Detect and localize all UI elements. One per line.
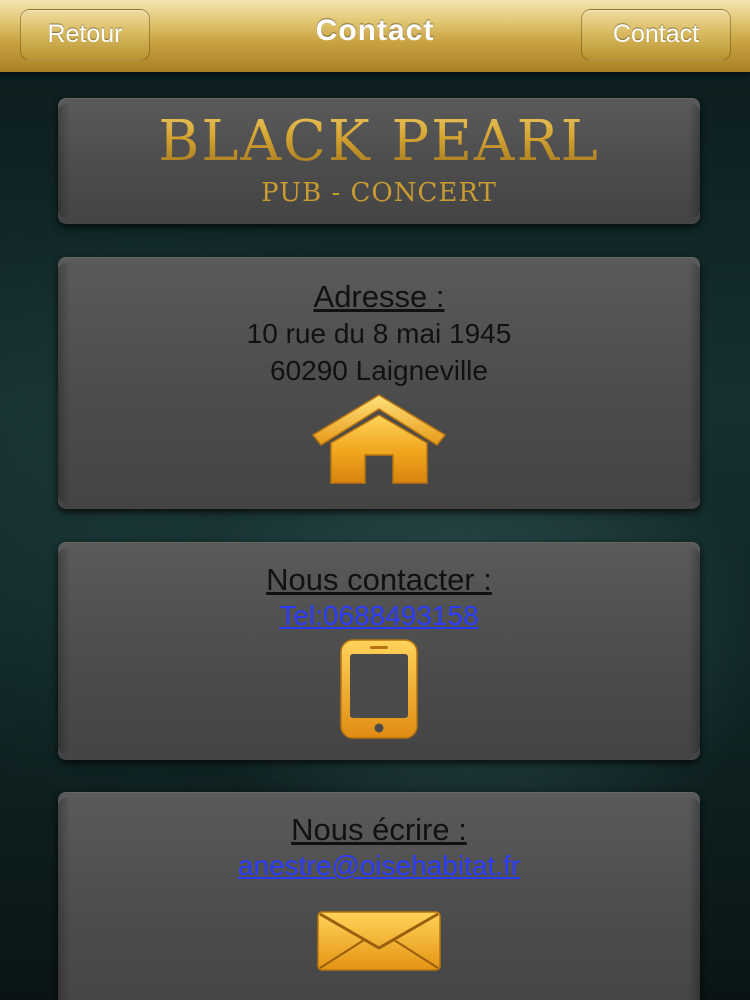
home-icon[interactable] (309, 391, 449, 487)
email-link[interactable]: anestre@oisehabitat.fr (58, 848, 700, 884)
smartphone-icon[interactable] (338, 638, 420, 740)
address-card: Adresse : 10 rue du 8 mai 1945 60290 Lai… (58, 257, 700, 509)
address-heading: Adresse : (313, 279, 445, 314)
logo-title: BLACK PEARL (58, 98, 700, 174)
email-heading: Nous écrire : (291, 812, 467, 847)
address-street: 10 rue du 8 mai 1945 (246, 318, 512, 349)
logo-banner: BLACK PEARL PUB - CONCERT (58, 98, 700, 224)
phone-card: Nous contacter : Tel:0688493158 (58, 542, 700, 760)
address-city: 60290 Laigneville (270, 355, 488, 386)
logo-subtitle: PUB - CONCERT (261, 178, 497, 208)
phone-heading: Nous contacter : (266, 562, 492, 597)
phone-link[interactable]: Tel:0688493158 (58, 598, 700, 634)
navigation-bar: Retour Contact Contact (0, 0, 750, 72)
envelope-icon[interactable] (316, 910, 442, 972)
email-card: Nous écrire : anestre@oisehabitat.fr (58, 792, 700, 1000)
contact-button[interactable]: Contact (581, 9, 731, 61)
